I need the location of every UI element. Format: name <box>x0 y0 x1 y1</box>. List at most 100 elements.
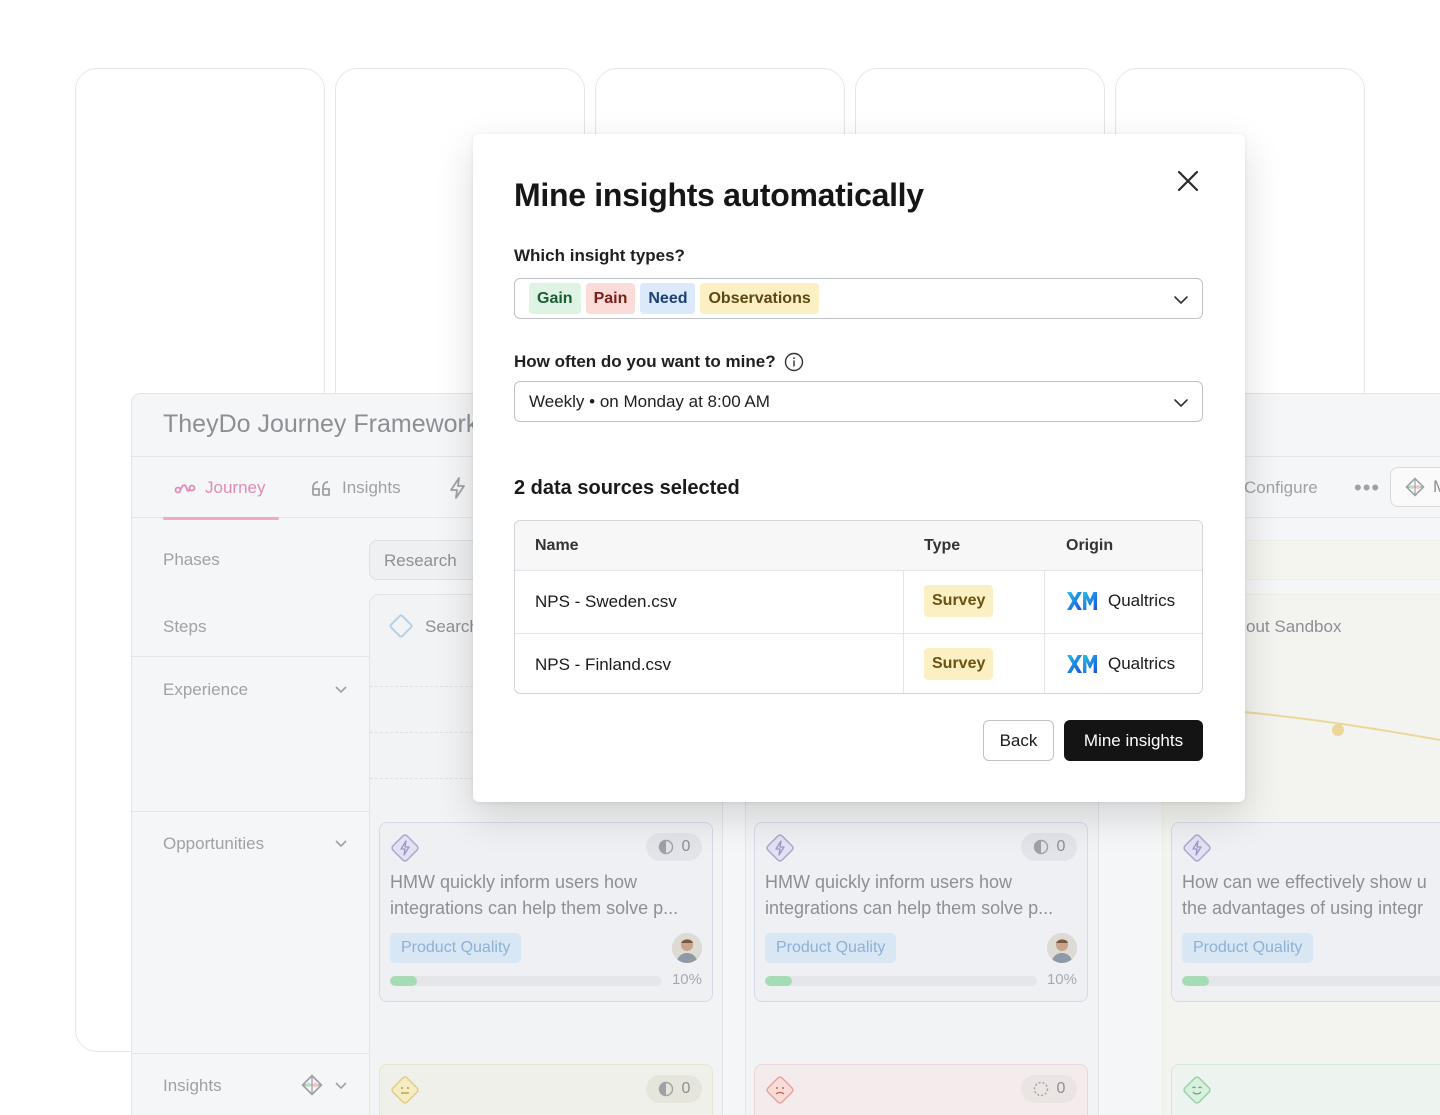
table-row[interactable]: NPS - Finland.csv Survey Qualtrics <box>515 633 1202 693</box>
experience-curve <box>1244 711 1440 741</box>
tab-configure[interactable]: Configure <box>1244 457 1318 519</box>
board-action-label: M <box>1433 477 1440 497</box>
mine-insights-dialog: Mine insights automatically Which insigh… <box>473 134 1245 802</box>
chevron-down-icon[interactable] <box>334 836 348 850</box>
lightning-diamond-icon <box>766 834 794 862</box>
chip-pain[interactable]: Pain <box>585 283 636 314</box>
opportunity-tag[interactable]: Product Quality <box>390 933 522 963</box>
insight-types-label: Which insight types? <box>514 246 685 266</box>
half-circle-icon <box>1033 839 1048 855</box>
opportunity-title-line: How can we effectively show u <box>1182 872 1427 892</box>
opportunity-title: How can we effectively show u the advant… <box>1182 869 1440 921</box>
close-icon[interactable] <box>1173 166 1203 196</box>
data-sources-heading: 2 data sources selected <box>514 477 740 499</box>
diamond-grid-icon <box>1405 477 1425 497</box>
progress-fill <box>1182 976 1210 986</box>
chevron-down-icon[interactable] <box>334 682 348 696</box>
sad-face-icon <box>766 1076 794 1104</box>
mine-insights-button[interactable]: Mine insights <box>1064 720 1203 761</box>
neutral-face-icon <box>391 1076 419 1104</box>
opportunity-count: 0 <box>1056 838 1066 855</box>
frequency-value: Weekly • on Monday at 8:00 AM <box>529 391 770 411</box>
chevron-down-icon[interactable] <box>334 1078 348 1092</box>
frequency-label-text: How often do you want to mine? <box>514 352 776 371</box>
happy-face-icon <box>1183 1076 1211 1104</box>
data-sources-table: Name Type Origin NPS - Sweden.csv Survey… <box>514 520 1203 694</box>
dialog-title: Mine insights automatically <box>514 177 924 213</box>
chip-observations[interactable]: Observations <box>700 283 819 314</box>
chevron-down-icon[interactable] <box>1172 291 1190 309</box>
board-title: TheyDo Journey Framework <box>163 410 479 438</box>
half-circle-icon <box>658 839 673 855</box>
opportunity-count-badge: 0 <box>646 833 702 861</box>
row-label-opportunities: Opportunities <box>163 834 265 853</box>
source-name: NPS - Finland.csv <box>535 655 672 674</box>
tab-insights[interactable]: Insights <box>310 457 401 519</box>
insight-count-badge: 0 <box>646 1075 702 1103</box>
opportunity-count: 0 <box>681 838 691 855</box>
journey-icon <box>174 484 196 494</box>
half-circle-icon <box>658 1081 673 1097</box>
insight-count-badge: 0 <box>1021 1075 1077 1103</box>
phase-bar <box>1232 540 1440 580</box>
insight-types-select[interactable]: Gain Pain Need Observations <box>514 278 1203 319</box>
source-origin-label: Qualtrics <box>1108 654 1176 673</box>
chip-need[interactable]: Need <box>640 283 696 314</box>
source-origin-label: Qualtrics <box>1108 591 1176 610</box>
source-origin: Qualtrics <box>1066 590 1175 612</box>
tab-journey-label: Journey <box>205 478 266 497</box>
lightning-diamond-icon <box>391 834 419 862</box>
insight-types-label-text: Which insight types? <box>514 246 685 265</box>
diamond-grid-icon <box>301 1074 323 1096</box>
lightning-icon <box>450 477 465 499</box>
qualtrics-xm-logo-icon <box>1067 592 1097 610</box>
insight-card-pain[interactable]: 0 <box>754 1064 1088 1115</box>
opportunity-count-badge: 0 <box>1021 833 1077 861</box>
info-icon[interactable] <box>784 352 804 372</box>
row-label-insights: Insights <box>163 1076 222 1095</box>
insight-card-gain[interactable] <box>1171 1064 1440 1115</box>
opportunity-progress-label: 10% <box>671 971 702 988</box>
source-type-badge: Survey <box>924 648 994 680</box>
opportunity-tag[interactable]: Product Quality <box>765 933 897 963</box>
insight-card-observation[interactable]: 0 <box>379 1064 713 1115</box>
step-label: out Sandbox <box>1246 617 1342 636</box>
source-origin: Qualtrics <box>1066 653 1175 675</box>
chip-gain[interactable]: Gain <box>529 283 581 314</box>
column-divider <box>1044 571 1045 693</box>
back-button[interactable]: Back <box>983 720 1054 761</box>
opportunity-card[interactable]: 0 HMW quickly inform users how integrati… <box>754 822 1088 1002</box>
row-label-experience: Experience <box>163 680 249 699</box>
opportunity-title: HMW quickly inform users how integration… <box>390 869 706 921</box>
chevron-down-icon[interactable] <box>1172 394 1190 412</box>
tab-opportunities[interactable] <box>446 457 470 519</box>
row-divider <box>132 1053 370 1054</box>
frequency-select[interactable]: Weekly • on Monday at 8:00 AM <box>514 381 1203 422</box>
source-name: NPS - Sweden.csv <box>535 592 677 611</box>
board-action-button[interactable]: M <box>1390 467 1440 507</box>
opportunity-title-line: the advantages of using integr <box>1182 898 1424 918</box>
opportunity-tag[interactable]: Product Quality <box>1182 933 1314 963</box>
opportunity-card[interactable]: 0 HMW quickly inform users how integrati… <box>379 822 713 1002</box>
column-header-origin: Origin <box>1066 537 1114 554</box>
opportunity-card[interactable]: How can we effectively show u the advant… <box>1171 822 1440 1002</box>
qualtrics-xm-logo-icon <box>1067 655 1097 673</box>
lightning-diamond-icon <box>1183 834 1211 862</box>
tab-insights-label: Insights <box>342 478 401 497</box>
avatar <box>1047 933 1077 963</box>
opportunity-title-line: HMW quickly inform users how <box>765 872 1013 892</box>
more-options-button[interactable]: ••• <box>1354 475 1380 501</box>
tab-configure-label: Configure <box>1244 478 1318 497</box>
row-divider <box>132 811 370 812</box>
opportunity-title-line: HMW quickly inform users how <box>390 872 638 892</box>
table-row[interactable]: NPS - Sweden.csv Survey Qualtrics <box>515 571 1202 633</box>
tab-journey[interactable]: Journey <box>163 457 279 520</box>
opportunity-progress-bar <box>1182 976 1440 986</box>
opportunity-title-line: integrations can help them solve p... <box>390 898 679 918</box>
opportunity-progress-bar <box>390 976 662 986</box>
opportunity-title-line: integrations can help them solve p... <box>765 898 1054 918</box>
column-divider <box>903 571 904 693</box>
progress-fill <box>390 976 418 986</box>
person-avatar-icon <box>672 933 702 963</box>
column-header-name: Name <box>535 537 579 554</box>
